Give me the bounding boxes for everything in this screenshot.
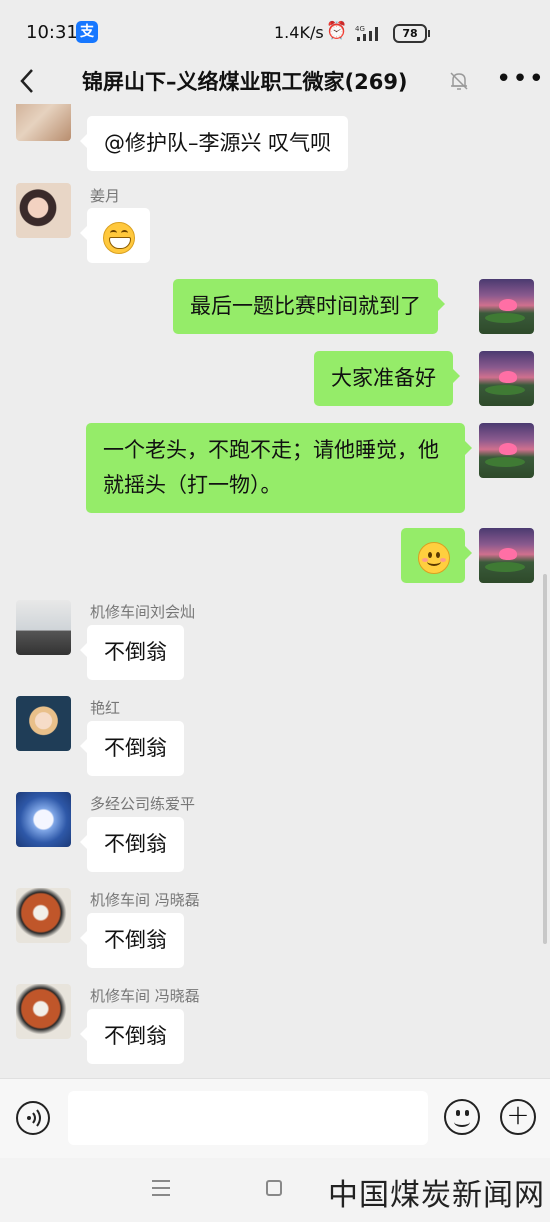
message-bubble[interactable]: 一个老头，不跑不走；请他睡觉，他 就摇头（打一物）。 xyxy=(86,423,472,513)
network-speed: 1.4K/s xyxy=(274,23,324,42)
network-type: 4G xyxy=(355,25,365,33)
message-bubble[interactable]: 不倒翁 xyxy=(80,817,184,872)
message-bubble[interactable]: 最后一题比赛时间就到了 xyxy=(173,279,445,334)
signal-icon: 4G xyxy=(355,25,378,41)
message-text: @修护队–李源兴 叹气呗 xyxy=(104,131,332,155)
chat-header: 锦屏山下–义络煤业职工微家(269) ••• xyxy=(0,62,550,104)
my-avatar[interactable] xyxy=(479,528,534,583)
emoji-icon xyxy=(456,1110,460,1116)
message-bubble[interactable]: @修护队–李源兴 叹气呗 xyxy=(79,116,349,171)
status-bar: 10:31 支 1.4K/s ⏰ 4G 78 xyxy=(0,0,550,62)
menu-icon[interactable] xyxy=(152,1180,170,1196)
alarm-icon: ⏰ xyxy=(326,21,348,41)
plus-button[interactable]: + xyxy=(500,1099,536,1135)
message-bubble[interactable]: 不倒翁 xyxy=(80,1009,184,1064)
message-text: 不倒翁 xyxy=(104,640,167,664)
sender-name: 多经公司练爱平 xyxy=(90,795,196,813)
message-bubble[interactable]: 不倒翁 xyxy=(80,625,184,680)
message-text: 大家准备好 xyxy=(331,366,436,390)
message-text: 不倒翁 xyxy=(104,1024,167,1048)
my-avatar[interactable] xyxy=(479,351,534,406)
alipay-icon: 支 xyxy=(76,21,98,43)
message-bubble[interactable] xyxy=(80,208,150,263)
avatar[interactable] xyxy=(16,984,71,1039)
avatar[interactable] xyxy=(16,696,71,751)
watermark: 中国煤炭新闻网 xyxy=(328,1178,545,1213)
message-text: 最后一题比赛时间就到了 xyxy=(190,294,421,318)
sender-name: 机修车间 冯晓磊 xyxy=(90,891,200,909)
chevron-left-icon xyxy=(20,69,33,93)
more-button[interactable]: ••• xyxy=(496,62,544,102)
avatar[interactable] xyxy=(16,104,71,141)
mute-bell-icon xyxy=(450,72,468,90)
sender-name: 机修车间刘会灿 xyxy=(90,603,196,621)
sender-name: 机修车间 冯晓磊 xyxy=(90,987,200,1005)
emoji-button[interactable] xyxy=(444,1099,480,1135)
message-bubble[interactable]: 大家准备好 xyxy=(314,351,460,406)
message-input[interactable] xyxy=(68,1091,428,1145)
message-text-line: 一个老头，不跑不走；请他睡觉，他 xyxy=(103,438,439,462)
smile-emoji-icon xyxy=(418,542,450,574)
message-text-line: 就摇头（打一物）。 xyxy=(103,473,282,497)
grin-emoji-icon xyxy=(103,222,135,254)
message-bubble[interactable] xyxy=(401,528,472,583)
avatar[interactable] xyxy=(16,792,71,847)
status-time: 10:31 xyxy=(26,22,78,43)
home-square-icon[interactable] xyxy=(266,1180,282,1196)
message-text: 不倒翁 xyxy=(104,736,167,760)
sender-name: 姜月 xyxy=(90,187,121,205)
back-button[interactable] xyxy=(14,62,44,102)
message-bubble[interactable]: 不倒翁 xyxy=(80,721,184,776)
message-bubble[interactable]: 不倒翁 xyxy=(80,913,184,968)
voice-input-button[interactable] xyxy=(16,1101,50,1135)
message-list[interactable]: @修护队–李源兴 叹气呗 姜月 最后一题比赛时间就到了 大家准备好 一个老头，不… xyxy=(0,104,550,1078)
voice-icon xyxy=(27,1109,41,1127)
chat-title: 锦屏山下–义络煤业职工微家(269) xyxy=(82,70,408,94)
my-avatar[interactable] xyxy=(479,423,534,478)
avatar[interactable] xyxy=(16,183,71,238)
message-text: 不倒翁 xyxy=(104,928,167,952)
avatar[interactable] xyxy=(16,600,71,655)
sender-name: 艳红 xyxy=(90,699,121,717)
message-text: 不倒翁 xyxy=(104,832,167,856)
scrollbar[interactable] xyxy=(543,574,547,944)
my-avatar[interactable] xyxy=(479,279,534,334)
input-bar: + xyxy=(0,1078,550,1159)
battery-icon: 78 xyxy=(393,24,430,43)
avatar[interactable] xyxy=(16,888,71,943)
